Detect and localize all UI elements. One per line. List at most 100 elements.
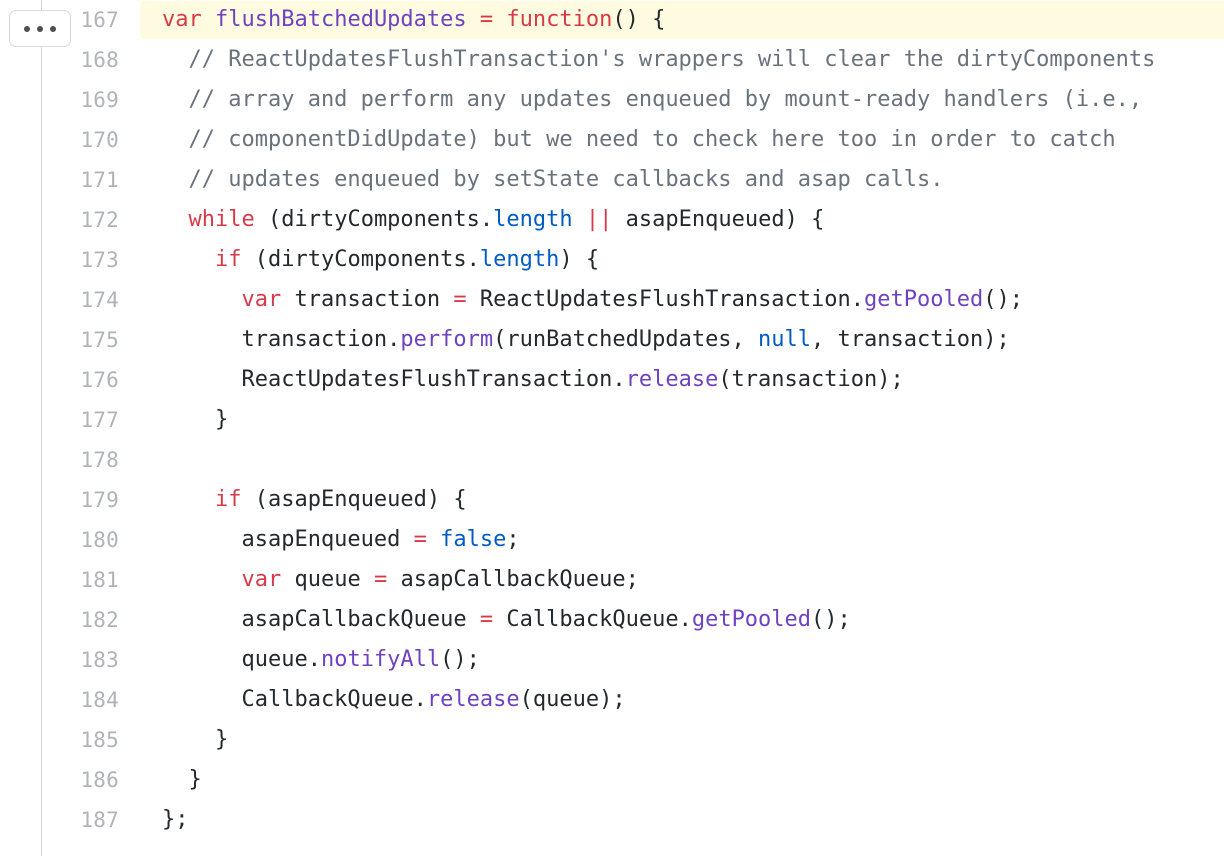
code-line-row[interactable]: 185 } (0, 720, 1224, 760)
code-token: ReactUpdatesFlushTransaction. (162, 367, 626, 392)
code-line-row[interactable]: 171 // updates enqueued by setState call… (0, 160, 1224, 200)
line-number[interactable]: 174 (0, 280, 119, 320)
code-line-content: queue.notifyAll(); (162, 640, 479, 680)
line-number[interactable]: 177 (0, 400, 119, 440)
code-token: release (625, 367, 719, 392)
code-token: || (585, 207, 613, 232)
code-token: release (426, 687, 520, 712)
ellipsis-dot-icon (24, 25, 30, 32)
line-number[interactable]: 173 (0, 240, 119, 280)
code-token: getPooled (691, 607, 812, 632)
line-number[interactable]: 185 (0, 720, 119, 760)
code-line-list: 167 var flushBatchedUpdates = function() … (0, 0, 1224, 840)
code-line-row[interactable]: 177 } (0, 400, 1224, 440)
line-number[interactable]: 180 (0, 520, 119, 560)
code-line-row[interactable]: 176 ReactUpdatesFlushTransaction.release… (0, 360, 1224, 400)
code-token: ReactUpdatesFlushTransaction. (466, 287, 865, 312)
expand-context-button[interactable] (9, 10, 71, 47)
code-line-row[interactable]: 184 CallbackQueue.release(queue); (0, 680, 1224, 720)
code-line-row[interactable]: 182 asapCallbackQueue = CallbackQueue.ge… (0, 600, 1224, 640)
code-line-row[interactable]: 168 // ReactUpdatesFlushTransaction's wr… (0, 40, 1224, 80)
code-token: = (479, 607, 494, 632)
code-token: , transaction); (811, 327, 1010, 352)
line-number[interactable]: 183 (0, 640, 119, 680)
code-line-row[interactable]: 179 if (asapEnqueued) { (0, 480, 1224, 520)
code-token: getPooled (864, 287, 984, 312)
line-number[interactable]: 176 (0, 360, 119, 400)
code-token: = (413, 527, 427, 552)
code-line-content: var flushBatchedUpdates = function() { (162, 0, 665, 40)
code-token: flushBatchedUpdates (215, 7, 467, 32)
code-token: } (162, 727, 229, 752)
code-line-content: // componentDidUpdate) but we need to ch… (162, 120, 1115, 160)
code-token: if (214, 247, 242, 272)
line-number[interactable]: 179 (0, 480, 119, 520)
code-token: (); (983, 287, 1023, 312)
code-line-row[interactable]: 173 if (dirtyComponents.length) { (0, 240, 1224, 280)
line-number[interactable]: 181 (0, 560, 119, 600)
code-line-content: transaction.perform(runBatchedUpdates, n… (162, 320, 1010, 360)
code-token: asapCallbackQueue (162, 607, 480, 632)
code-token: (); (811, 607, 851, 632)
line-number[interactable]: 184 (0, 680, 119, 720)
code-line-content: asapCallbackQueue = CallbackQueue.getPoo… (162, 600, 851, 640)
code-line-row[interactable]: 167 var flushBatchedUpdates = function() … (0, 0, 1224, 40)
code-line-row[interactable]: 169 // array and perform any updates enq… (0, 80, 1224, 120)
code-token: CallbackQueue. (493, 607, 692, 632)
code-token: = (373, 567, 388, 592)
line-number[interactable]: 182 (0, 600, 119, 640)
code-line-row[interactable]: 181 var queue = asapCallbackQueue; (0, 560, 1224, 600)
code-token: // updates enqueued by setState callback… (162, 167, 944, 192)
code-token: (runBatchedUpdates, (493, 327, 759, 352)
code-line-content: CallbackQueue.release(queue); (162, 680, 625, 720)
code-token: null (758, 327, 812, 352)
line-number[interactable]: 171 (0, 160, 119, 200)
code-line-row[interactable]: 178 (0, 440, 1224, 480)
code-line-row[interactable]: 175 transaction.perform(runBatchedUpdate… (0, 320, 1224, 360)
code-line-row[interactable]: 172 while (dirtyComponents.length || asa… (0, 200, 1224, 240)
line-number[interactable]: 175 (0, 320, 119, 360)
code-line-content: } (162, 760, 201, 800)
code-token: transaction (281, 287, 454, 312)
code-line-row[interactable]: 170 // componentDidUpdate) but we need t… (0, 120, 1224, 160)
ellipsis-dot-icon (37, 25, 43, 32)
code-token: queue. (162, 647, 321, 672)
code-token: length (493, 207, 573, 232)
code-token: asapEnqueued (162, 527, 414, 552)
line-number[interactable]: 169 (0, 80, 119, 120)
code-line-row[interactable]: 186 } (0, 760, 1224, 800)
code-line-content: var queue = asapCallbackQueue; (162, 560, 638, 600)
code-line-content: if (dirtyComponents.length) { (162, 240, 599, 280)
code-line-row[interactable]: 183 queue.notifyAll(); (0, 640, 1224, 680)
line-number[interactable]: 172 (0, 200, 119, 240)
code-token: var (241, 287, 282, 312)
code-line-content: if (asapEnqueued) { (162, 480, 467, 520)
line-number[interactable]: 186 (0, 760, 119, 800)
line-number[interactable]: 187 (0, 800, 119, 840)
code-line-content: // updates enqueued by setState callback… (162, 160, 943, 200)
code-token: perform (400, 327, 494, 352)
code-line-content: } (162, 400, 228, 440)
line-number[interactable]: 170 (0, 120, 119, 160)
code-viewer: 167 var flushBatchedUpdates = function() … (0, 0, 1224, 856)
code-token: }; (162, 807, 189, 832)
code-token: = (479, 7, 494, 32)
code-token: function (506, 7, 613, 32)
code-line-content: ReactUpdatesFlushTransaction.release(tra… (162, 360, 903, 400)
code-token: (asapEnqueued) { (241, 487, 467, 512)
code-token: transaction. (162, 327, 401, 352)
code-token: ; (506, 527, 520, 552)
code-token: (dirtyComponents. (254, 207, 494, 232)
code-line-content: } (162, 720, 228, 760)
code-line-row[interactable]: 174 var transaction = ReactUpdatesFlushT… (0, 280, 1224, 320)
code-token: (dirtyComponents. (241, 247, 480, 272)
code-line-row[interactable]: 187}; (0, 800, 1224, 840)
code-line-row[interactable]: 180 asapEnqueued = false; (0, 520, 1224, 560)
line-number[interactable]: 178 (0, 440, 119, 480)
code-token: while (188, 207, 255, 232)
